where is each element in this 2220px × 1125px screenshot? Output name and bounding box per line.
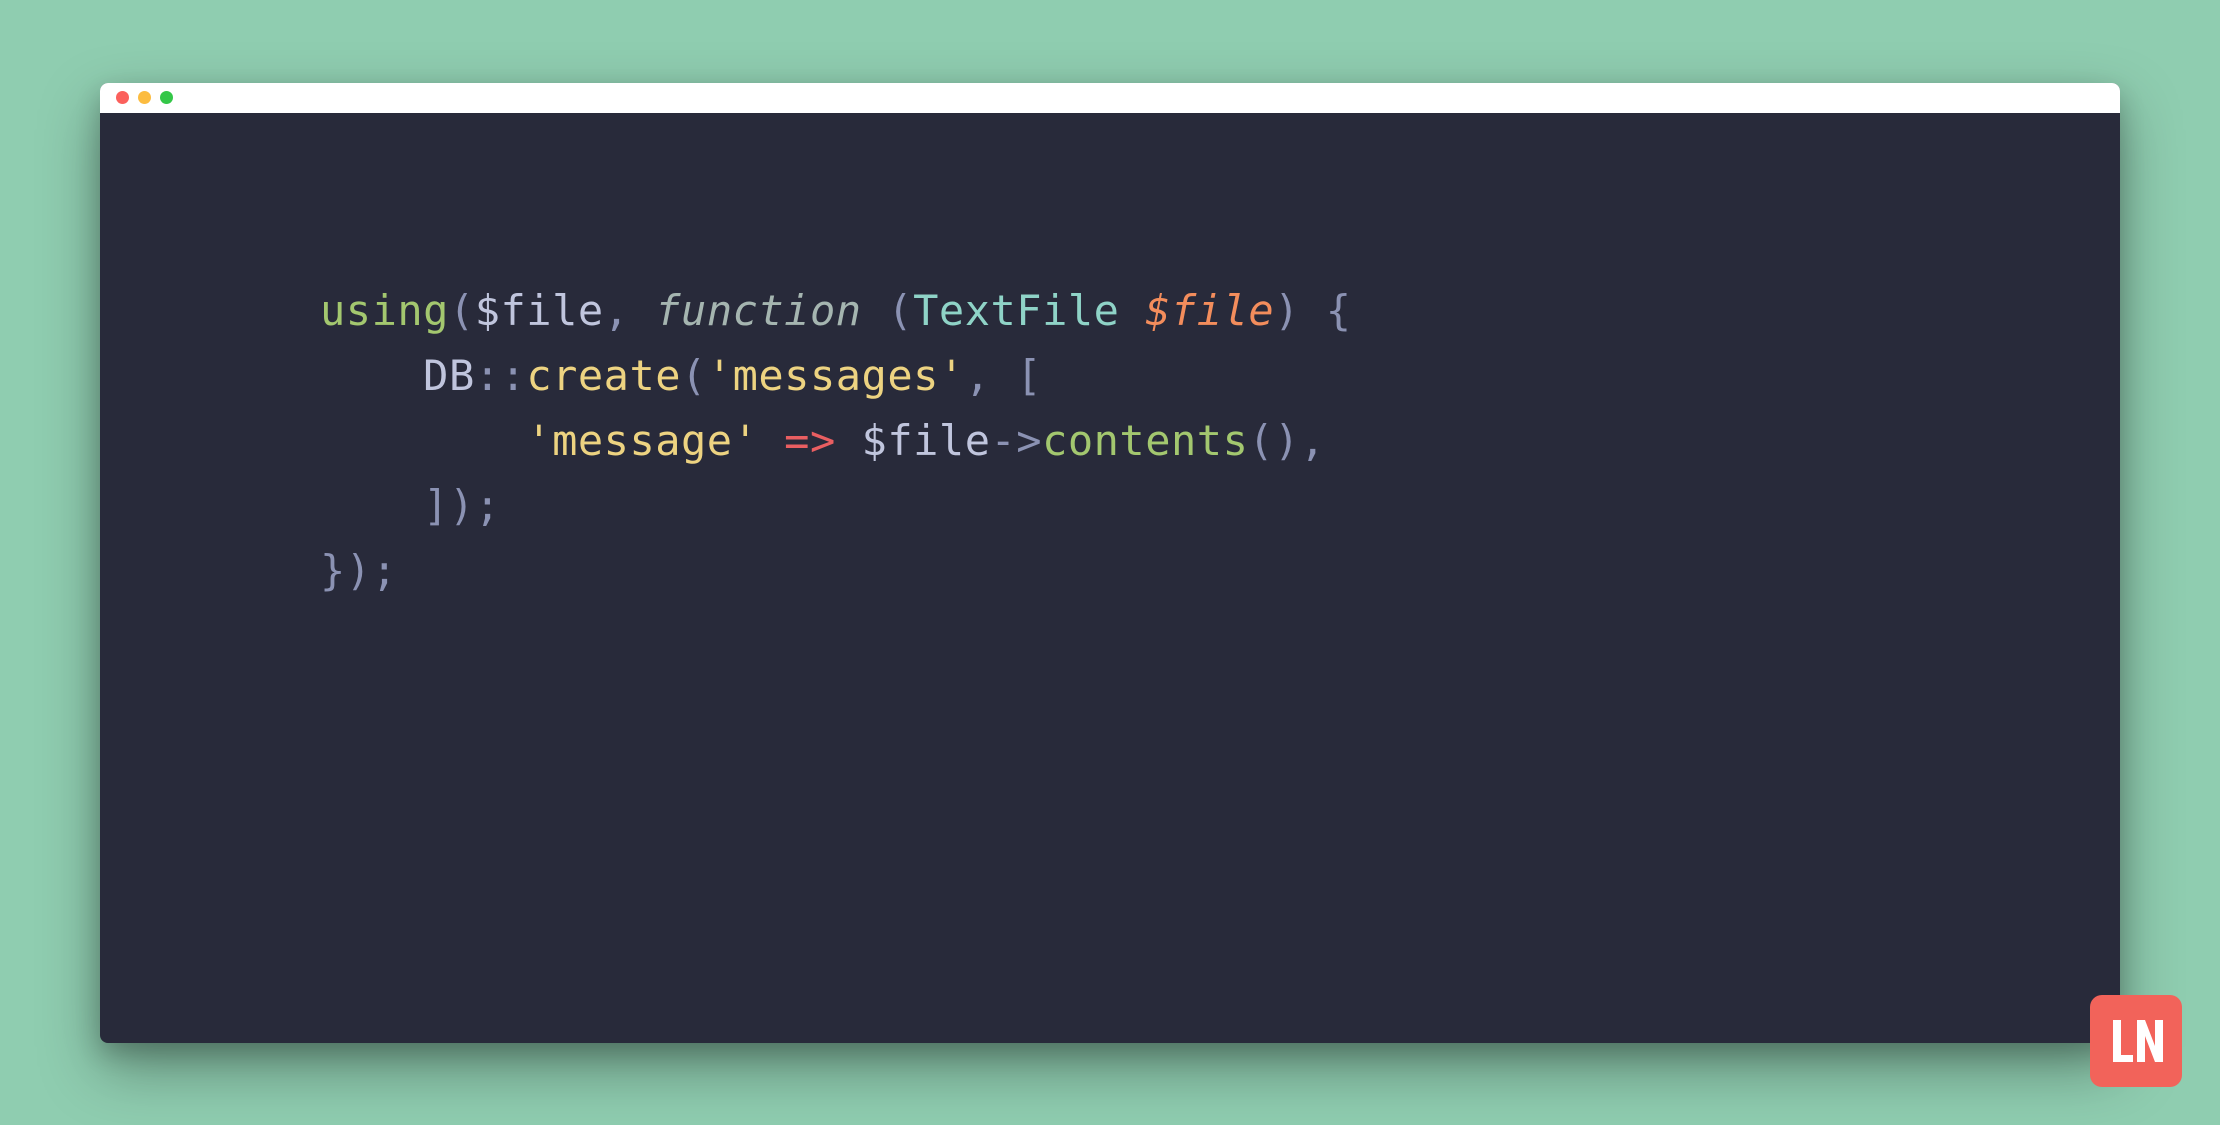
close-icon[interactable] xyxy=(116,91,129,104)
code-line-4: ]); xyxy=(320,473,2060,538)
window-titlebar xyxy=(100,83,2120,113)
code-line-1: using($file, function (TextFile $file) { xyxy=(320,278,2060,343)
token-method: create xyxy=(526,351,681,400)
token-bracket: ]); xyxy=(423,481,500,530)
logo-badge xyxy=(2090,995,2182,1087)
maximize-icon[interactable] xyxy=(160,91,173,104)
token-comma: , xyxy=(604,286,656,335)
token-paren: (), xyxy=(1248,416,1325,465)
token-object-op: -> xyxy=(990,416,1042,465)
token-keyword: function xyxy=(655,286,861,335)
token-paren: ( xyxy=(681,351,707,400)
token-space xyxy=(1119,286,1145,335)
ln-logo-icon xyxy=(2105,1010,2167,1072)
token-indent xyxy=(320,481,423,530)
minimize-icon[interactable] xyxy=(138,91,151,104)
code-editor: using($file, function (TextFile $file) {… xyxy=(100,113,2120,1043)
token-variable: $file xyxy=(862,416,991,465)
token-paren: ) xyxy=(1274,286,1300,335)
token-paren: ( xyxy=(449,286,475,335)
token-brace: { xyxy=(1300,286,1352,335)
token-space xyxy=(862,286,888,335)
token-arrow: => xyxy=(784,416,836,465)
token-space xyxy=(836,416,862,465)
token-string: 'message' xyxy=(526,416,758,465)
token-class: DB xyxy=(423,351,475,400)
code-line-5: }); xyxy=(320,538,2060,603)
token-param: $file xyxy=(1145,286,1274,335)
token-variable: $file xyxy=(475,286,604,335)
token-type: TextFile xyxy=(913,286,1119,335)
token-string: 'messages' xyxy=(707,351,965,400)
token-space xyxy=(758,416,784,465)
code-line-3: 'message' => $file->contents(), xyxy=(320,408,2060,473)
token-indent xyxy=(320,351,423,400)
token-paren: ( xyxy=(887,286,913,335)
token-brace: }); xyxy=(320,546,397,595)
token-bracket: , [ xyxy=(965,351,1042,400)
code-line-2: DB::create('messages', [ xyxy=(320,343,2060,408)
token-method: contents xyxy=(1042,416,1248,465)
token-scope: :: xyxy=(475,351,527,400)
token-indent xyxy=(320,416,526,465)
token-function: using xyxy=(320,286,449,335)
editor-window: using($file, function (TextFile $file) {… xyxy=(100,83,2120,1043)
